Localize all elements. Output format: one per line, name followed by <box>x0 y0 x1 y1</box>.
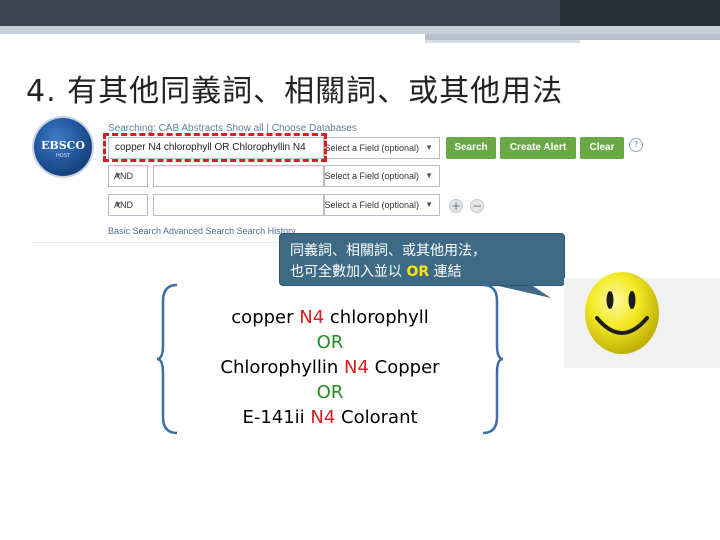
query-example: copper N4 chlorophyll OR Chlorophyllin N… <box>180 305 480 430</box>
callout-line-1: 同義詞、相關詞、或其他用法， <box>290 243 486 259</box>
callout-box: 同義詞、相關詞、或其他用法， 也可全數加入並以 OR 連結 <box>279 233 565 286</box>
query-line-3: E-141ii N4 Colorant <box>180 405 480 430</box>
proximity-operator: N4 <box>299 307 325 328</box>
right-brace <box>482 283 504 435</box>
proximity-operator: N4 <box>310 407 336 428</box>
or-operator: OR <box>316 382 344 403</box>
query-term: E-141ii <box>242 407 311 428</box>
proximity-operator: N4 <box>344 357 369 378</box>
callout-line-2-suffix: 連結 <box>429 264 462 280</box>
query-line-2: Chlorophyllin N4 Copper <box>180 355 480 380</box>
left-brace <box>156 283 178 435</box>
query-line-1: copper N4 chlorophyll <box>180 305 480 330</box>
callout-or-keyword: OR <box>406 264 430 280</box>
smiley-face-icon <box>585 272 659 354</box>
query-term: copper <box>231 307 300 328</box>
query-term: Chlorophyllin <box>220 357 345 378</box>
or-operator: OR <box>316 332 344 353</box>
query-term: Copper <box>368 357 440 378</box>
callout-line-2: 也可全數加入並以 OR 連結 <box>290 261 462 281</box>
query-term: chlorophyll <box>324 307 429 328</box>
query-term: Colorant <box>335 407 418 428</box>
callout-line-2-prefix: 也可全數加入並以 <box>290 264 407 280</box>
